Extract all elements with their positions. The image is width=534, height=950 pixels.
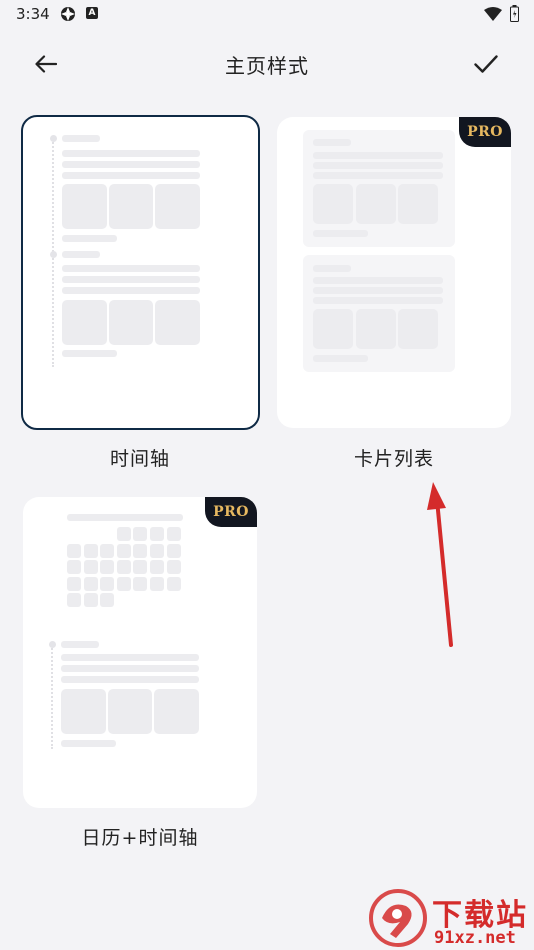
style-card-calendar-timeline[interactable]: PRO: [23, 497, 257, 808]
calendar-day-cell: [150, 560, 164, 575]
calendar-day-cell: [166, 560, 181, 575]
calendar-day-cell: [67, 560, 81, 575]
status-time: 3:34: [16, 5, 50, 23]
style-label-timeline: 时间轴: [109, 448, 170, 470]
calendar-day-cell: [100, 593, 115, 608]
app-notification-icon: [61, 7, 75, 21]
app-badge-icon: A: [86, 7, 98, 19]
calendar-day-cell: [116, 543, 131, 558]
wifi-icon: [484, 7, 502, 21]
calendar-day-cell: [166, 576, 181, 591]
calendar-day-cell: [67, 543, 81, 558]
calendar-day-cell: [67, 593, 81, 608]
pro-badge: PRO: [459, 117, 511, 147]
watermark: 下载站 91xz.net: [368, 888, 534, 950]
style-card-card-list[interactable]: PRO: [277, 117, 511, 428]
calendar-day-cell: [100, 543, 115, 558]
calendar-day-cell: [83, 576, 98, 591]
style-label-card-list: 卡片列表: [353, 448, 434, 470]
calendar-day-cell: [150, 527, 164, 541]
calendar-day-cell: [100, 576, 115, 591]
calendar-day-cell: [116, 576, 131, 591]
pro-badge: PRO: [205, 497, 257, 527]
calendar-day-cell: [166, 527, 181, 541]
calendar-day-cell: [166, 543, 181, 558]
watermark-logo: [369, 889, 427, 947]
calendar-day-cell: [133, 576, 148, 591]
page-title: 主页样式: [225, 54, 309, 78]
style-card-timeline[interactable]: [21, 115, 260, 430]
calendar-day-cell: [83, 560, 98, 575]
calendar-day-cell: [133, 560, 148, 575]
style-label-calendar-timeline: 日历+时间轴: [81, 827, 199, 849]
watermark-url: 91xz.net: [434, 928, 516, 948]
confirm-button[interactable]: [468, 48, 504, 80]
calendar-day-cell: [116, 560, 131, 575]
status-bar: 3:34 A: [0, 0, 534, 28]
calendar-day-cell: [83, 593, 98, 608]
calendar-day-cell: [67, 576, 81, 591]
calendar-day-cell: [133, 527, 148, 541]
calendar-day-cell: [133, 543, 148, 558]
calendar-day-cell: [100, 560, 115, 575]
calendar-day-cell: [116, 527, 131, 541]
check-icon: [474, 55, 498, 73]
calendar-day-cell: [150, 576, 164, 591]
calendar-day-cell: [150, 543, 164, 558]
battery-icon: [510, 5, 519, 22]
app-bar: 主页样式: [0, 36, 534, 92]
calendar-day-cell: [83, 543, 98, 558]
